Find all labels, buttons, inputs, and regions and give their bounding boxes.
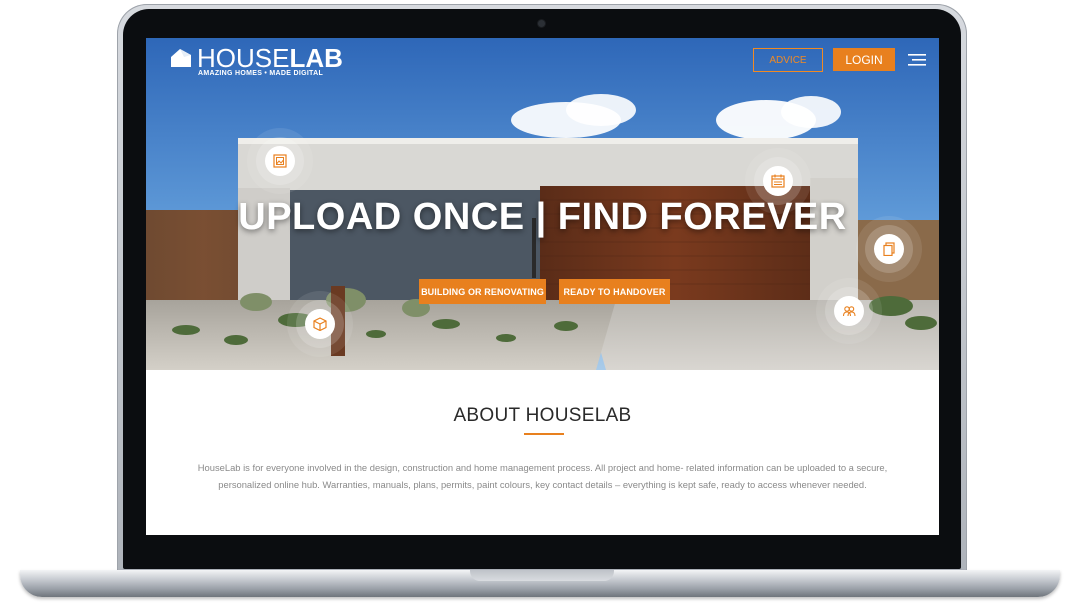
house-logo-icon <box>171 49 191 67</box>
logo-text-lab: LAB <box>289 43 343 73</box>
login-button[interactable]: LOGIN <box>833 48 895 71</box>
people-icon <box>834 296 864 326</box>
hero-section: HOUSE LAB AMAZING HOMES • MADE DIGITAL A… <box>146 38 939 370</box>
camera-icon <box>538 20 545 27</box>
logo-wordmark: HOUSE LAB <box>171 44 343 72</box>
about-section: ABOUT HOUSELAB HouseLab is for everyone … <box>146 370 939 535</box>
calendar-icon <box>763 166 793 196</box>
advice-button[interactable]: ADVICE <box>753 48 823 72</box>
documents-icon <box>874 234 904 264</box>
hero-headline: UPLOAD ONCE | FIND FOREVER <box>238 196 847 238</box>
about-description: HouseLab is for everyone involved in the… <box>197 462 888 491</box>
about-title: ABOUT HOUSELAB <box>453 405 632 426</box>
building-renovating-button[interactable]: BUILDING OR RENOVATING <box>419 279 546 304</box>
houselab-logo[interactable]: HOUSE LAB AMAZING HOMES • MADE DIGITAL <box>171 44 343 77</box>
ready-to-handover-button[interactable]: READY TO HANDOVER <box>559 279 670 304</box>
package-icon <box>305 309 335 339</box>
browser-screen: HOUSE LAB AMAZING HOMES • MADE DIGITAL A… <box>146 38 939 535</box>
about-divider <box>524 433 564 435</box>
logo-text-house: HOUSE <box>197 43 290 73</box>
laptop-notch <box>470 570 614 581</box>
gallery-icon <box>265 146 295 176</box>
hamburger-menu-icon[interactable] <box>908 54 926 66</box>
logo-tagline: AMAZING HOMES • MADE DIGITAL <box>198 70 324 77</box>
